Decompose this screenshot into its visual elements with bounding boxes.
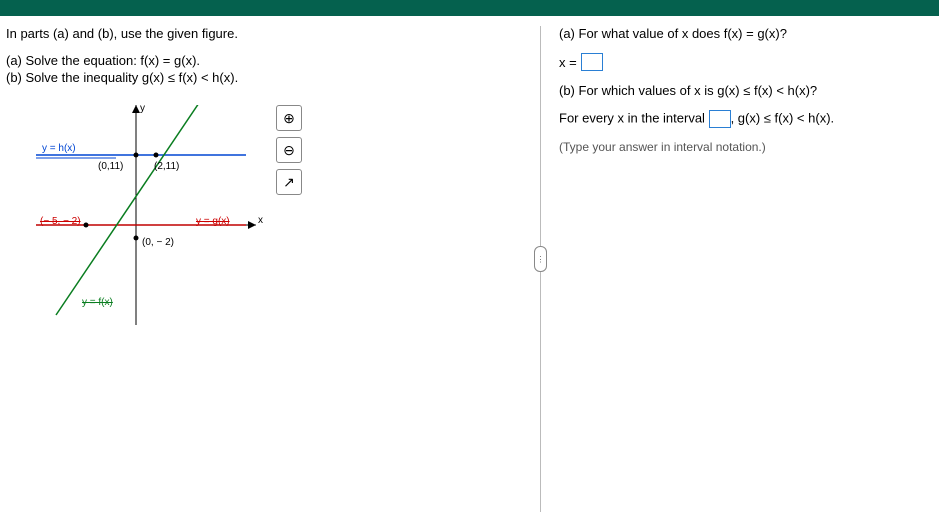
interval-hint: (Type your answer in interval notation.)	[559, 140, 921, 154]
interval-pre: For every x in the interval	[559, 110, 705, 125]
question-b: (b) For which values of x is g(x) ≤ f(x)…	[559, 83, 921, 98]
intro-text: In parts (a) and (b), use the given figu…	[6, 26, 534, 41]
zoom-out-button[interactable]: ⊖	[276, 137, 302, 163]
part-b-text: (b) Solve the inequality g(x) ≤ f(x) < h…	[6, 70, 534, 85]
graph-container: y x y = h(x) (0,11) (2,11) (− 5, − 2) y …	[36, 105, 296, 335]
graph-tools: ⊕ ⊖ ↗	[276, 105, 302, 195]
g-label: y = g(x)	[196, 216, 230, 227]
pt-neg5-neg2: (− 5, − 2)	[40, 216, 81, 227]
x-axis-label: x	[258, 215, 263, 226]
interval-line: For every x in the interval , g(x) ≤ f(x…	[559, 110, 921, 128]
divider-handle[interactable]: ⋮	[534, 246, 547, 272]
zoom-in-button[interactable]: ⊕	[276, 105, 302, 131]
pt-2-11: (2,11)	[154, 161, 179, 172]
right-panel: (a) For what value of x does f(x) = g(x)…	[541, 26, 939, 512]
f-label: y = f(x)	[82, 297, 113, 308]
zoom-out-icon: ⊖	[283, 142, 295, 159]
pt-0-neg2: (0, − 2)	[142, 237, 174, 248]
popout-button[interactable]: ↗	[276, 169, 302, 195]
answer-b-input[interactable]	[709, 110, 731, 128]
part-a-text: (a) Solve the equation: f(x) = g(x).	[6, 53, 534, 68]
y-axis-label: y	[140, 103, 145, 114]
divider-dots-icon: ⋮	[537, 258, 545, 261]
pt-0-11: (0,11)	[98, 161, 123, 172]
header-bar: point(s) possible	[0, 0, 939, 16]
x-equals-label: x =	[559, 55, 577, 70]
panel-divider: ⋮	[540, 26, 541, 512]
answer-a-input[interactable]	[581, 53, 603, 71]
zoom-in-icon: ⊕	[283, 110, 295, 127]
h-label: y = h(x)	[42, 143, 76, 154]
content-area: In parts (a) and (b), use the given figu…	[0, 16, 939, 512]
popout-icon: ↗	[283, 174, 295, 191]
question-a: (a) For what value of x does f(x) = g(x)…	[559, 26, 921, 41]
interval-post: , g(x) ≤ f(x) < h(x).	[731, 110, 835, 125]
left-panel: In parts (a) and (b), use the given figu…	[0, 26, 540, 512]
answer-a-row: x =	[559, 53, 921, 71]
